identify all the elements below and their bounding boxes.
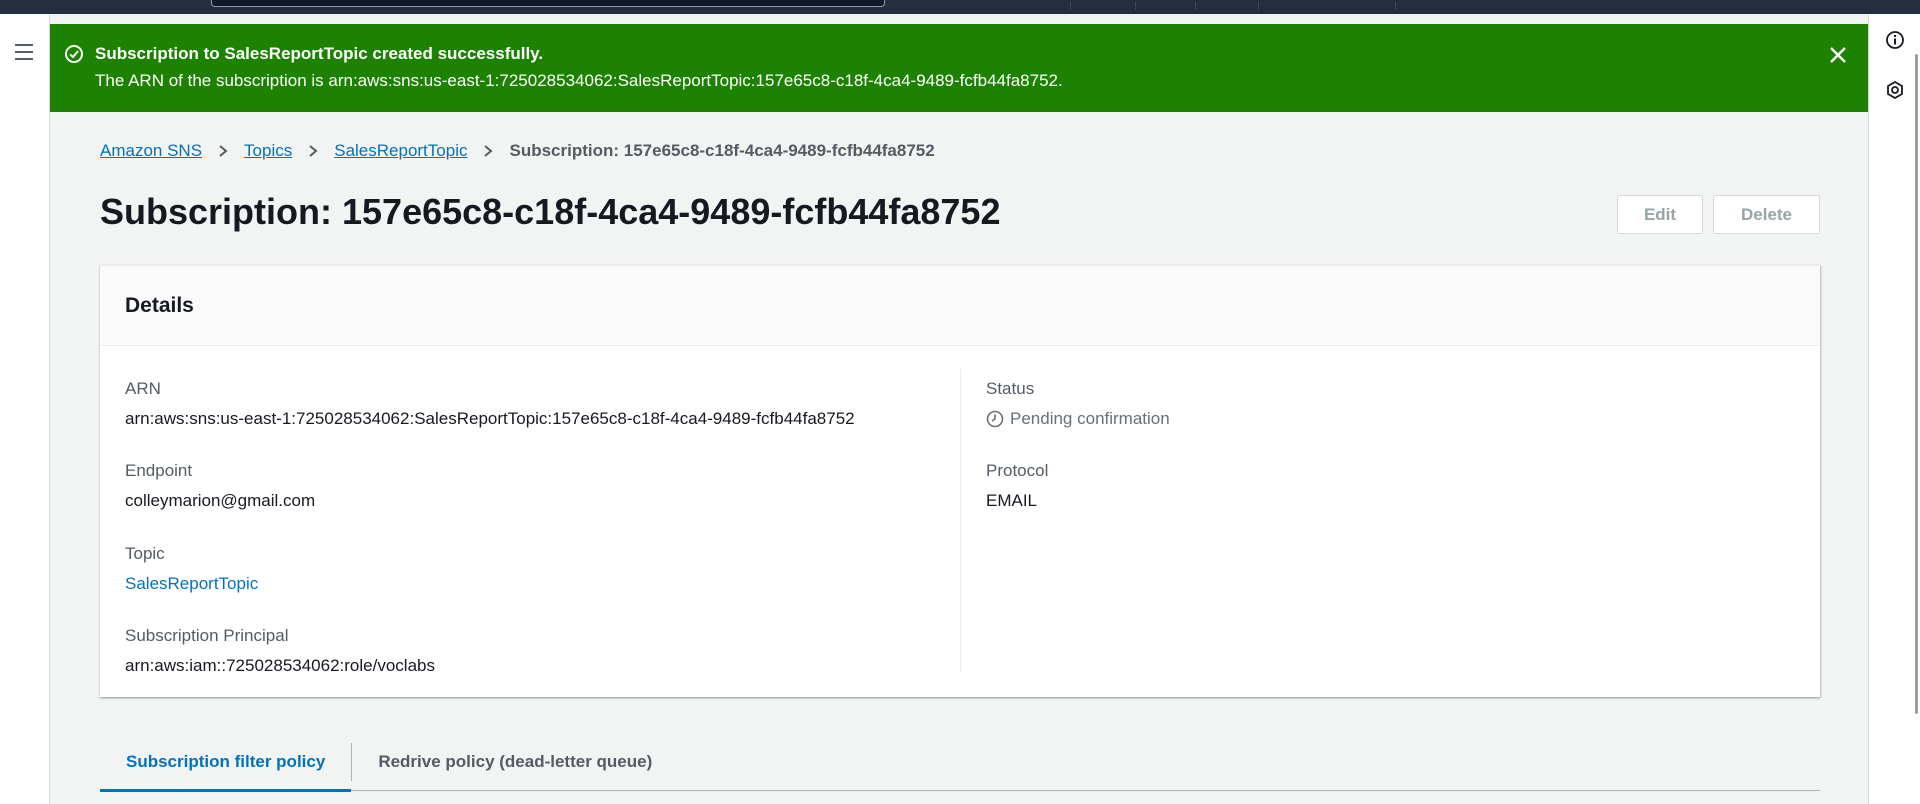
- check-circle-icon: [65, 45, 83, 63]
- status-value: Pending confirmation: [986, 408, 1170, 430]
- left-navigation-strip: [0, 14, 50, 804]
- endpoint-label: Endpoint: [125, 461, 193, 480]
- protocol-value: EMAIL: [986, 491, 1038, 510]
- tab-redrive-policy[interactable]: Redrive policy (dead-letter queue): [352, 733, 678, 791]
- nav-separator: [1135, 2, 1136, 10]
- topic-link[interactable]: SalesReportTopic: [125, 573, 258, 595]
- close-icon[interactable]: [1827, 44, 1849, 66]
- endpoint-value: colleymarion@gmail.com: [125, 491, 316, 510]
- clock-icon: [986, 410, 1004, 428]
- chevron-right-icon: [219, 145, 228, 157]
- flash-title: Subscription to SalesReportTopic created…: [95, 44, 544, 63]
- info-icon[interactable]: [1885, 30, 1905, 50]
- hamburger-menu-icon[interactable]: [14, 44, 34, 62]
- endpoint-field: Endpoint colleymarion@gmail.com: [125, 460, 315, 512]
- column-divider: [960, 369, 961, 673]
- topic-field: Topic SalesReportTopic: [125, 543, 258, 595]
- breadcrumb-topics[interactable]: Topics: [244, 141, 292, 161]
- edit-button[interactable]: Edit: [1617, 195, 1703, 234]
- arn-field: ARN arn:aws:sns:us-east-1:725028534062:S…: [125, 378, 855, 430]
- protocol-field: Protocol EMAIL: [986, 460, 1048, 512]
- top-navigation-bar: [0, 0, 1920, 14]
- flash-message: The ARN of the subscription is arn:aws:s…: [95, 71, 1063, 90]
- nav-separator: [1070, 2, 1071, 10]
- status-label: Status: [986, 379, 1035, 398]
- protocol-label: Protocol: [986, 461, 1049, 480]
- vertical-scrollbar[interactable]: [1915, 54, 1918, 714]
- status-field: Status Pending confirmation: [986, 378, 1170, 430]
- chevron-right-icon: [484, 145, 494, 157]
- chevron-right-icon: [309, 145, 318, 157]
- hexagon-settings-icon[interactable]: [1885, 80, 1905, 100]
- tab-subscription-filter-policy[interactable]: Subscription filter policy: [100, 733, 352, 792]
- breadcrumb: Amazon SNS Topics SalesReportTopic Subsc…: [100, 140, 935, 162]
- nav-separator: [1195, 2, 1196, 10]
- subscription-principal-value: arn:aws:iam::725028534062:role/voclabs: [125, 656, 435, 675]
- details-panel: Details ARN arn:aws:sns:us-east-1:725028…: [100, 265, 1820, 697]
- breadcrumb-amazon-sns[interactable]: Amazon SNS: [100, 141, 202, 161]
- right-tools-strip: [1868, 14, 1920, 804]
- subscription-principal-field: Subscription Principal arn:aws:iam::7250…: [125, 625, 435, 677]
- subscription-principal-label: Subscription Principal: [125, 626, 289, 645]
- nav-separator: [1395, 2, 1396, 10]
- arn-value: arn:aws:sns:us-east-1:725028534062:Sales…: [125, 409, 855, 428]
- arn-label: ARN: [125, 379, 161, 398]
- details-heading: Details: [125, 294, 194, 317]
- topic-label: Topic: [125, 544, 165, 563]
- breadcrumb-sales-report-topic[interactable]: SalesReportTopic: [334, 141, 467, 161]
- breadcrumb-current: Subscription: 157e65c8-c18f-4ca4-9489-fc…: [509, 141, 935, 160]
- details-panel-header: Details: [100, 266, 1820, 346]
- status-text: Pending confirmation: [1010, 409, 1170, 428]
- delete-button[interactable]: Delete: [1713, 195, 1820, 234]
- nav-separator: [1258, 2, 1259, 10]
- page-title: Subscription: 157e65c8-c18f-4ca4-9489-fc…: [100, 191, 1001, 232]
- success-flash-banner: Subscription to SalesReportTopic created…: [50, 24, 1868, 112]
- policy-tabs: Subscription filter policy Redrive polic…: [100, 733, 1820, 792]
- search-input[interactable]: [211, 0, 885, 7]
